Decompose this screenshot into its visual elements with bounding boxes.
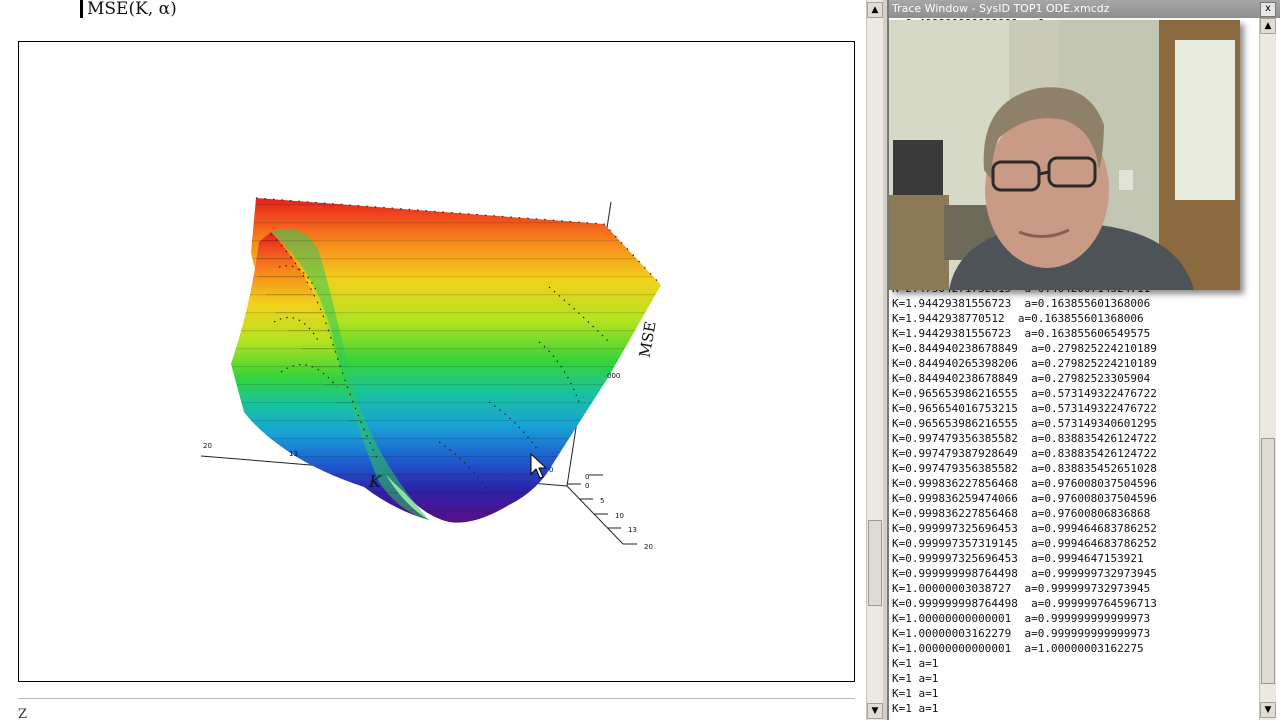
scroll-down-arrow-icon[interactable]: ▼ (867, 703, 883, 719)
k-tick-20: 20 (203, 442, 212, 450)
trace-line: K=0.844940265398206 a=0.279825224210189 (892, 357, 1157, 370)
trace-line: K=0.965653986216555 a=0.573149340601295 (892, 417, 1157, 430)
z-axis-label: MSE (636, 320, 660, 359)
trace-line: K=0.997479387928649 a=0.838835426124722 (892, 447, 1157, 460)
trace-line: K=1.00000000000001 a=1.00000003162275 (892, 642, 1144, 655)
trace-line: K=0.999997325696453 a=0.999464683786252 (892, 522, 1157, 535)
z-tick-000: 000 (607, 372, 620, 380)
next-region-text: Z (18, 707, 28, 720)
mse-surface-plot[interactable]: MSE K 20 13 0 000 0 0 5 10 13 20 (19, 42, 856, 683)
scroll-up-arrow-icon[interactable]: ▲ (867, 2, 883, 18)
z-tick-0: 0 (549, 466, 553, 474)
trace-line: K=0.999997357319145 a=0.999464683786252 (892, 537, 1157, 550)
presenter-video-image (889, 20, 1240, 290)
trace-line: K=0.999997325696453 a=0.9994647153921 (892, 552, 1144, 565)
trace-line: K=1 a=1 (892, 702, 939, 715)
trace-scrollbar[interactable]: ▲ ▼ (1259, 18, 1276, 720)
trace-output-list: K=2.47504271732815 a=0.404200714524711K=… (892, 281, 1157, 716)
trace-line: K=0.999999998764498 a=0.999999732973945 (892, 567, 1157, 580)
mse-surface (231, 197, 662, 523)
trace-line: K=1 a=1 (892, 657, 939, 670)
trace-line: K=0.965653986216555 a=0.573149322476722 (892, 387, 1157, 400)
k-axis-label: K (368, 472, 382, 491)
trace-line: K=0.997479356385582 a=0.838835426124722 (892, 432, 1157, 445)
close-icon[interactable]: x (1260, 2, 1276, 17)
k-tick-13: 13 (289, 450, 298, 458)
trace-line: K=0.844940238678849 a=0.279825224210189 (892, 342, 1157, 355)
webcam-overlay (889, 20, 1240, 290)
surface-plot-frame[interactable]: MSE K 20 13 0 000 0 0 5 10 13 20 (18, 41, 855, 682)
worksheet-area[interactable]: MSE(K, α) MSE K 20 13 0 000 0 0 5 10 13 … (0, 0, 866, 720)
alpha-tick-10: 10 (615, 512, 624, 520)
function-heading: MSE(K, α) (87, 0, 177, 19)
region-divider (18, 698, 855, 699)
trace-line: K=0.844940238678849 a=0.27982523305904 (892, 372, 1151, 385)
trace-line: K=1.94429381556723 a=0.163855601368006 (892, 297, 1151, 310)
alpha-tick-0b: 0 (585, 482, 589, 490)
trace-line: K=1 a=1 (892, 687, 939, 700)
trace-line: K=0.999836259474066 a=0.976008037504596 (892, 492, 1157, 505)
trace-line: K=1.9442938770512 a=0.163855601368006 (892, 312, 1144, 325)
trace-line: K=1.94429381556723 a=0.163855606549575 (892, 327, 1151, 340)
alpha-tick-5: 5 (600, 497, 604, 505)
trace-line: K=0.965654016753215 a=0.573149322476722 (892, 402, 1157, 415)
worksheet-scrollbar[interactable]: ▲ ▼ (866, 0, 883, 720)
scroll-down-arrow-icon[interactable]: ▼ (1260, 702, 1276, 718)
trace-scroll-thumb[interactable] (1261, 438, 1275, 684)
trace-line: K=1.00000003038727 a=0.999999732973945 (892, 582, 1151, 595)
worksheet-scroll-thumb[interactable] (868, 520, 882, 606)
scroll-up-arrow-icon[interactable]: ▲ (1260, 18, 1276, 34)
trace-line: K=0.999999998764498 a=0.999999764596713 (892, 597, 1157, 610)
alpha-tick-13: 13 (628, 526, 637, 534)
trace-line: K=0.999836227856468 a=0.97600806836868 (892, 507, 1151, 520)
alpha-tick-0a: 0 (585, 473, 589, 481)
trace-line: K=1 a=1 (892, 672, 939, 685)
trace-line: K=1.00000000000001 a=0.999999999999973 (892, 612, 1151, 625)
trace-line: K=1.00000003162279 a=0.999999999999973 (892, 627, 1151, 640)
trace-window-title: Trace Window - SysID TOP1 ODE.xmcdz (889, 0, 1280, 18)
trace-line: K=0.999836227856468 a=0.976008037504596 (892, 477, 1157, 490)
trace-line: K=0.997479356385582 a=0.838835452651028 (892, 462, 1157, 475)
alpha-tick-20: 20 (644, 543, 653, 551)
